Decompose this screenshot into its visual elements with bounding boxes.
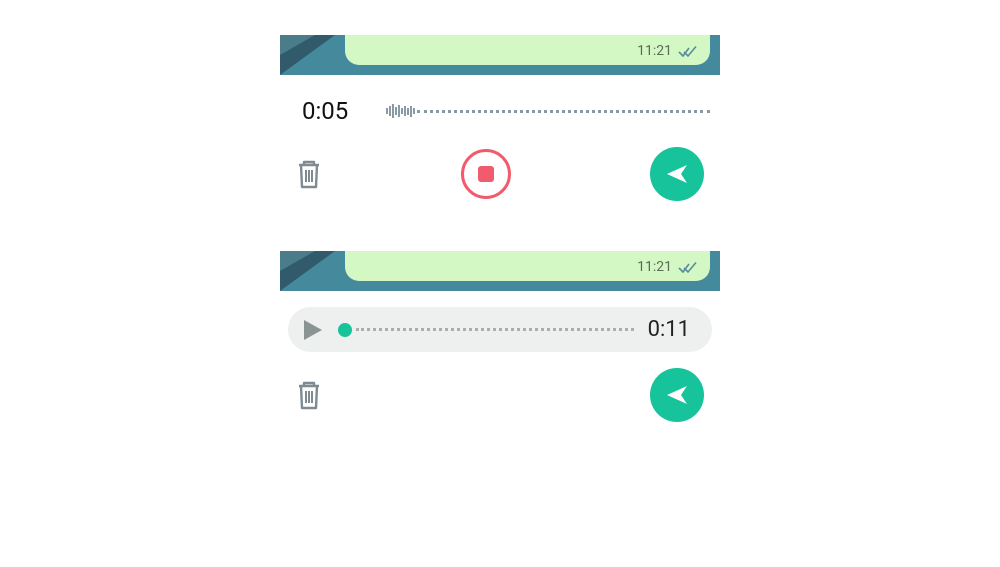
read-receipt-icon [678, 261, 698, 275]
preview-track-line [356, 328, 634, 331]
recording-elapsed-time: 0:05 [302, 97, 362, 125]
voice-preview-panel: 11:21 0:11 [280, 251, 720, 422]
preview-actions [280, 362, 720, 422]
wallpaper-triangle [280, 35, 315, 55]
message-timestamp: 11:21 [637, 43, 672, 59]
wallpaper-triangle [280, 251, 315, 271]
read-receipt-icon [678, 45, 698, 59]
delete-button[interactable] [296, 379, 322, 411]
play-button[interactable] [302, 318, 324, 342]
voice-preview-player: 0:11 [288, 307, 712, 352]
chat-strip: 11:21 [280, 35, 720, 75]
preview-duration: 0:11 [648, 317, 690, 342]
stop-icon [478, 166, 494, 182]
recording-progress-row: 0:05 [280, 75, 720, 137]
delete-button[interactable] [296, 158, 322, 190]
message-bubble: 11:21 [345, 251, 710, 281]
send-button[interactable] [650, 368, 704, 422]
preview-seek-track[interactable] [338, 323, 634, 337]
stop-recording-button[interactable] [461, 149, 511, 199]
seek-knob[interactable] [338, 323, 352, 337]
chat-strip: 11:21 [280, 251, 720, 291]
recording-waveform [386, 101, 710, 121]
message-bubble: 11:21 [345, 35, 710, 65]
recording-track [417, 110, 710, 113]
recording-actions [280, 137, 720, 201]
message-timestamp: 11:21 [637, 259, 672, 275]
send-button[interactable] [650, 147, 704, 201]
voice-recording-panel: 11:21 0:05 [280, 35, 720, 201]
waveform-bars [386, 103, 415, 119]
